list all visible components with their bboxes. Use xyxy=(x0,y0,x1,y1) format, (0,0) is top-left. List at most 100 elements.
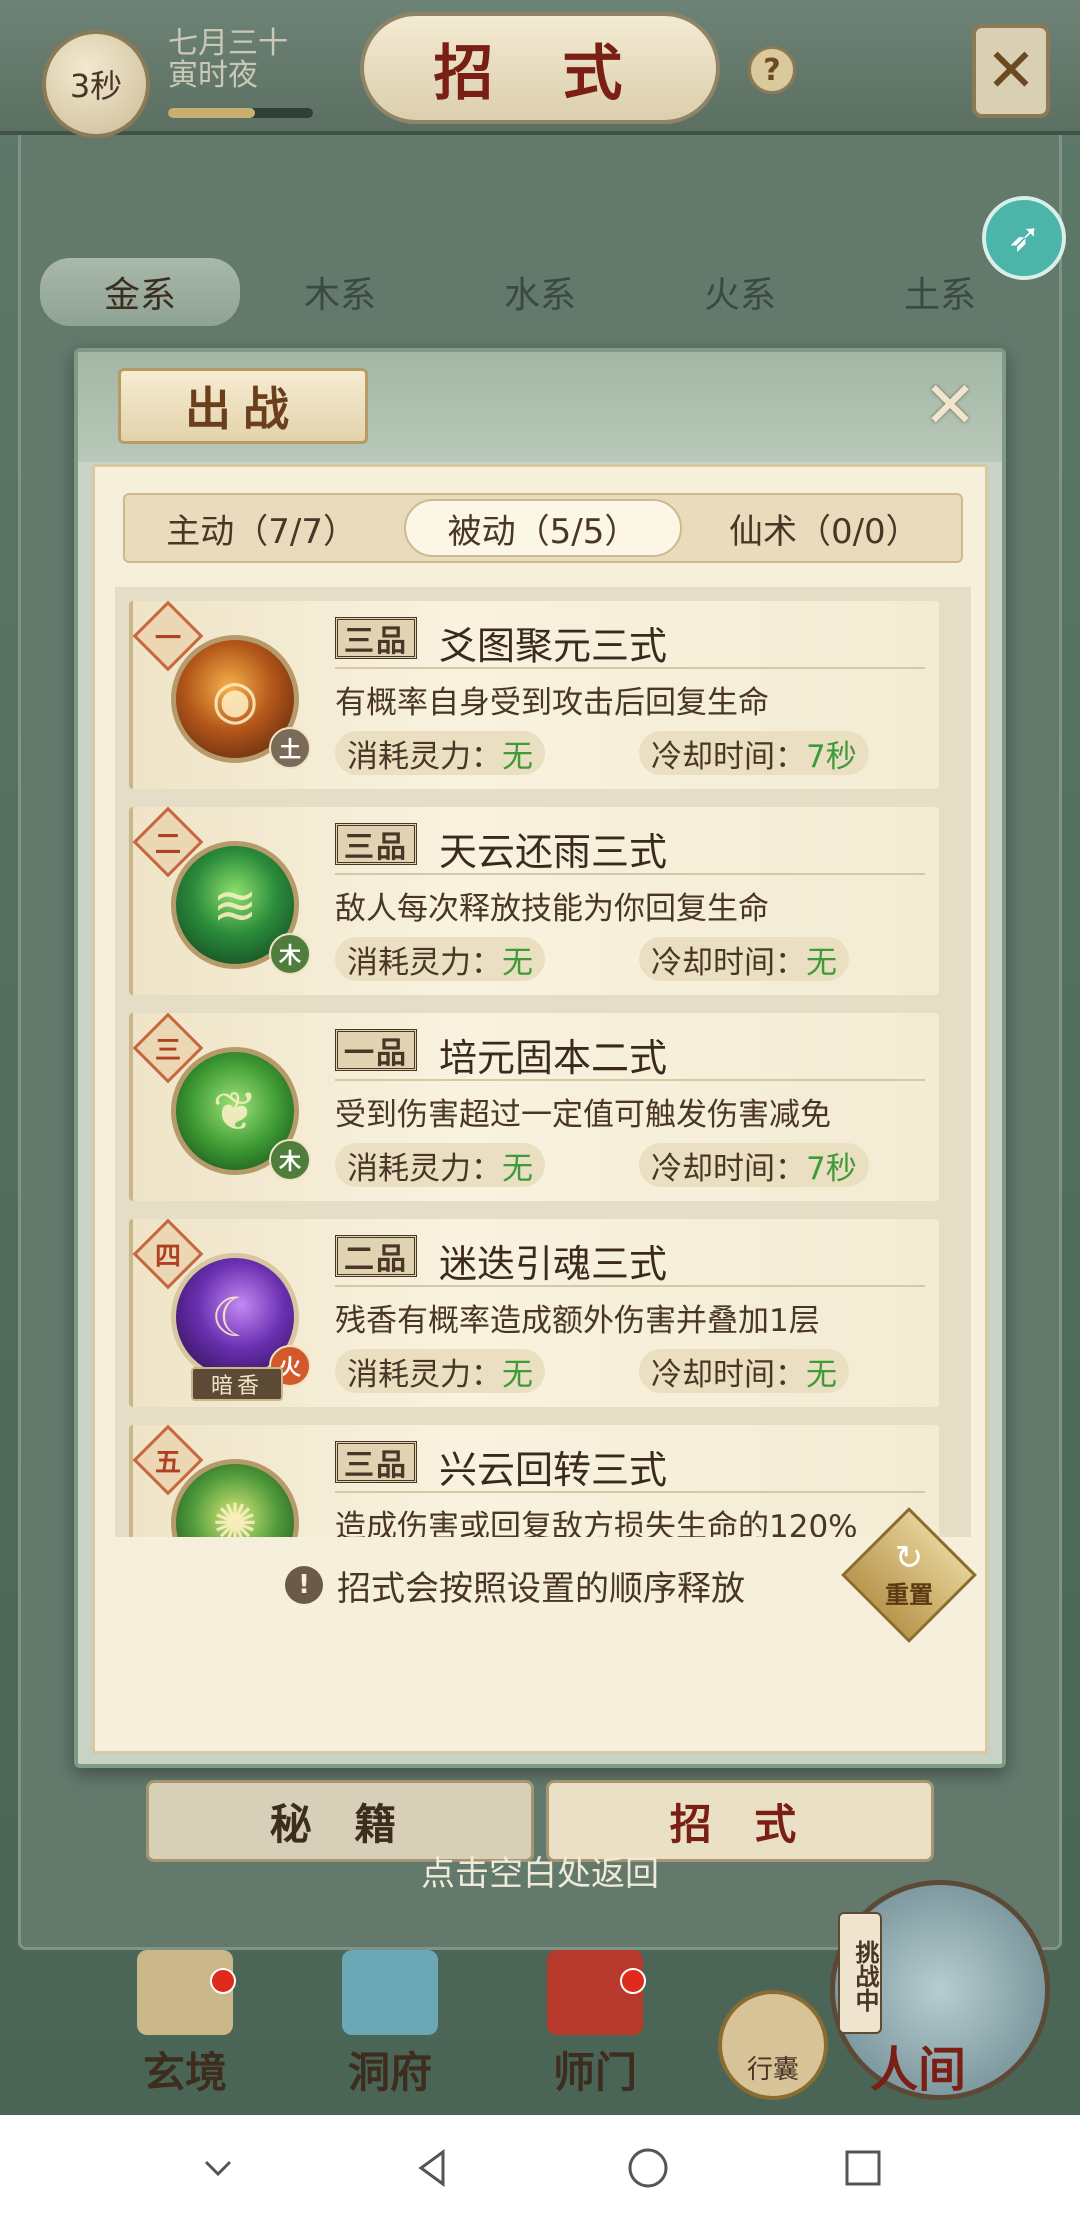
skill-description: 受到伤害超过一定值可触发伤害减免 xyxy=(335,1097,831,1133)
bag-button[interactable]: 行囊 xyxy=(718,1990,828,2100)
nav-dongfu[interactable]: 洞府 xyxy=(315,1950,465,2100)
skill-description: 残香有概率造成额外伤害并叠加1层 xyxy=(335,1303,820,1339)
grade-tag: 三品 xyxy=(335,617,417,659)
skills-list[interactable]: 一 ◉ 土 三品 爻图聚元三式 有概率自身受到攻击后回复生命 消耗灵力：无 冷却… xyxy=(115,587,971,1537)
divider xyxy=(335,1079,925,1081)
skill-name: 迷迭引魂三式 xyxy=(439,1242,668,1286)
cooldown-value: 无 xyxy=(806,944,837,981)
modal-close-button[interactable]: ✕ xyxy=(918,369,982,443)
collapse-button[interactable] xyxy=(188,2138,248,2198)
skill-description: 有概率自身受到攻击后回复生命 xyxy=(335,685,769,721)
exclamation-icon: ! xyxy=(285,1566,323,1604)
home-circle-icon xyxy=(628,2148,667,2187)
cost-stat: 消耗灵力：无 xyxy=(335,731,545,775)
tab-earth[interactable]: 土系 xyxy=(840,258,1040,326)
grade-tag: 三品 xyxy=(335,823,417,865)
time-progress-bar xyxy=(168,108,313,118)
battle-loadout-modal: 出战 ✕ 主动（7/7） 被动（5/5） 仙术（0/0） 一 ◉ 土 三品 爻图… xyxy=(74,348,1006,1768)
timer-badge: 3秒 xyxy=(42,30,150,138)
skill-description: 造成伤害或回复敌方损失生命的120% xyxy=(335,1509,858,1537)
back-button[interactable] xyxy=(403,2138,463,2198)
skill-card[interactable]: 三 ❦ 木 一品 培元固本二式 受到伤害超过一定值可触发伤害减免 消耗灵力：无 … xyxy=(129,1012,939,1201)
cost-label: 消耗灵力： xyxy=(347,738,502,775)
skill-description: 敌人每次释放技能为你回复生命 xyxy=(335,891,769,927)
element-wood-icon: 木 xyxy=(269,933,311,975)
order-tip: ! 招式会按照设置的顺序释放 xyxy=(285,1561,745,1609)
skill-card[interactable]: 四 ☾ 火 暗香 二品 迷迭引魂三式 残香有概率造成额外伤害并叠加1层 消耗灵力… xyxy=(129,1218,939,1407)
skill-type-tabs: 主动（7/7） 被动（5/5） 仙术（0/0） xyxy=(123,493,963,563)
time-progress-fill xyxy=(168,108,255,118)
cost-stat: 消耗灵力：无 xyxy=(335,1349,545,1393)
recents-square-icon xyxy=(845,2150,880,2185)
cooldown-label: 冷却时间： xyxy=(651,738,806,775)
nav-label: 玄境 xyxy=(142,2048,227,2097)
cooldown-value: 7秒 xyxy=(806,738,857,775)
skill-card[interactable]: 二 ≋ 木 三品 天云还雨三式 敌人每次释放技能为你回复生命 消耗灵力：无 冷却… xyxy=(129,806,939,995)
pavilion-icon xyxy=(342,1950,438,2035)
tab-water[interactable]: 水系 xyxy=(440,258,640,326)
close-icon: ✕ xyxy=(985,36,1037,106)
notification-dot xyxy=(620,1968,646,1994)
tip-text: 招式会按照设置的顺序释放 xyxy=(337,1568,745,1609)
rocket-icon: ➶ xyxy=(1007,215,1041,261)
tab-metal[interactable]: 金系 xyxy=(40,258,240,326)
refresh-icon: ↻ xyxy=(894,1537,924,1578)
tab-wood[interactable]: 木系 xyxy=(240,258,440,326)
element-tabs: 金系 木系 水系 火系 土系 xyxy=(40,258,1040,326)
chevron-down-icon xyxy=(204,2160,231,2176)
divider xyxy=(335,1285,925,1287)
cooldown-value: 无 xyxy=(806,1356,837,1393)
skill-card[interactable]: 五 ✺ 三品 兴云回转三式 造成伤害或回复敌方损失生命的120% xyxy=(129,1424,939,1537)
cooldown-stat: 冷却时间： 7秒 xyxy=(639,1143,869,1187)
grade-tag: 二品 xyxy=(335,1235,417,1277)
challenge-status-tag: 挑战中 xyxy=(838,1912,882,2034)
cooldown-label: 冷却时间： xyxy=(651,1356,806,1393)
tab-passive-skills[interactable]: 被动（5/5） xyxy=(404,499,682,557)
lunar-date: 七月三十 寅时夜 xyxy=(168,28,288,92)
divider xyxy=(335,873,925,875)
modal-header: 出战 ✕ xyxy=(78,352,1002,462)
system-nav-bar xyxy=(0,2115,1080,2220)
tab-active-skills[interactable]: 主动（7/7） xyxy=(125,495,398,561)
recents-button[interactable] xyxy=(833,2138,893,2198)
cost-label: 消耗灵力： xyxy=(347,944,502,981)
cost-value: 无 xyxy=(502,1150,533,1187)
tab-immortal-arts[interactable]: 仙术（0/0） xyxy=(688,495,961,561)
lunar-time-text: 寅时夜 xyxy=(168,58,258,93)
skill-name: 兴云回转三式 xyxy=(439,1448,668,1492)
cooldown-stat: 冷却时间：无 xyxy=(639,937,849,981)
skill-name: 天云还雨三式 xyxy=(439,830,668,874)
cost-value: 无 xyxy=(502,738,533,775)
skill-name: 爻图聚元三式 xyxy=(439,624,668,668)
skill-card[interactable]: 一 ◉ 土 三品 爻图聚元三式 有概率自身受到攻击后回复生命 消耗灵力：无 冷却… xyxy=(129,600,939,789)
cost-label: 消耗灵力： xyxy=(347,1150,502,1187)
tab-fire[interactable]: 火系 xyxy=(640,258,840,326)
element-earth-icon: 土 xyxy=(269,727,311,769)
modal-body: 主动（7/7） 被动（5/5） 仙术（0/0） 一 ◉ 土 三品 爻图聚元三式 … xyxy=(92,464,988,1754)
reset-label: 重置 xyxy=(885,1580,933,1609)
character-name-tag: 暗香 xyxy=(191,1367,283,1401)
nav-label: 师门 xyxy=(552,2048,637,2097)
cost-stat: 消耗灵力：无 xyxy=(335,1143,545,1187)
nav-shimen[interactable]: 师门 xyxy=(520,1950,670,2100)
bag-label: 行囊 xyxy=(746,2055,799,2085)
cooldown-value: 7秒 xyxy=(806,1150,857,1187)
renjian-label: 人间 xyxy=(870,2042,967,2098)
grade-tag: 一品 xyxy=(335,1029,417,1071)
lunar-date-text: 七月三十 xyxy=(168,26,288,61)
help-button[interactable]: ? xyxy=(748,46,796,94)
cooldown-stat: 冷却时间： 7秒 xyxy=(639,731,869,775)
element-wood-icon: 木 xyxy=(269,1139,311,1181)
top-bar: 3秒 七月三十 寅时夜 招 式 ? ✕ xyxy=(0,0,1080,138)
modal-title: 出战 xyxy=(118,368,368,444)
cooldown-label: 冷却时间： xyxy=(651,1150,806,1187)
close-page-button[interactable]: ✕ xyxy=(972,24,1050,118)
notification-dot xyxy=(210,1968,236,1994)
cost-value: 无 xyxy=(502,944,533,981)
divider xyxy=(335,1491,925,1493)
nav-xuanjing[interactable]: 玄境 xyxy=(110,1950,260,2100)
cost-label: 消耗灵力： xyxy=(347,1356,502,1393)
cost-stat: 消耗灵力：无 xyxy=(335,937,545,981)
divider xyxy=(335,667,925,669)
home-button[interactable] xyxy=(618,2138,678,2198)
